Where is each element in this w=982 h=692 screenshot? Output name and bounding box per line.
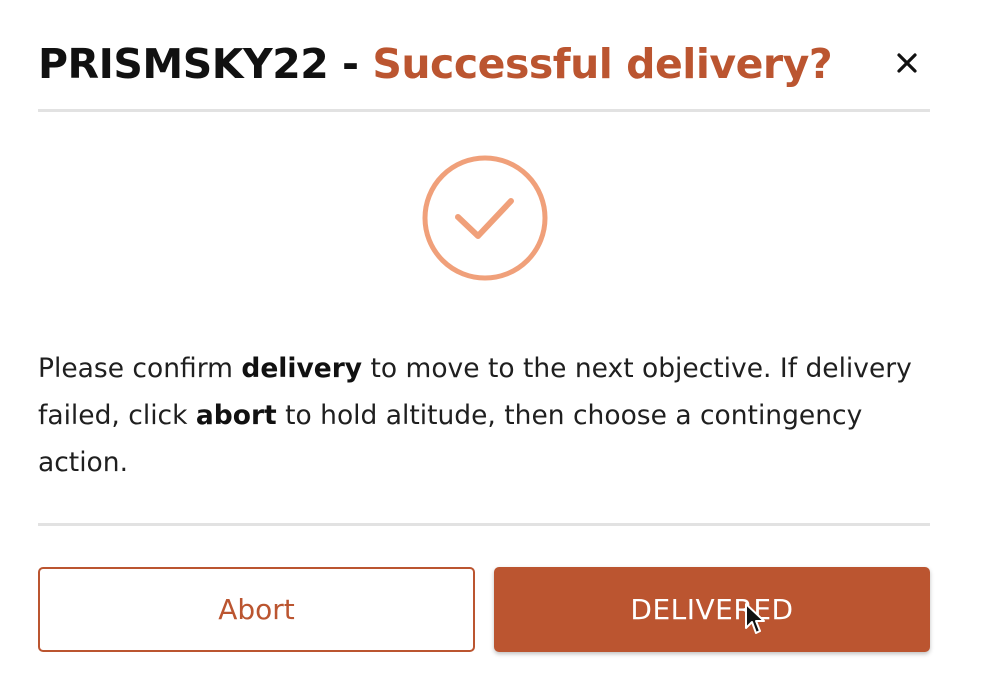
header-divider: [38, 109, 930, 112]
title-separator: -: [328, 39, 373, 88]
close-icon: [897, 53, 917, 73]
message-bold-abort: abort: [195, 400, 277, 431]
title-question: Successful delivery?: [372, 39, 833, 88]
dialog-header: PRISMSKY22 - Successful delivery?: [38, 36, 930, 92]
delivery-confirmation-dialog: PRISMSKY22 - Successful delivery? Please…: [0, 0, 982, 692]
checkmark-circle-icon: [422, 155, 548, 281]
message-text-1: Please confirm: [38, 353, 242, 384]
confirmation-message: Please confirm delivery to move to the n…: [38, 345, 930, 486]
footer-divider: [38, 523, 930, 526]
success-status: [421, 154, 549, 282]
delivered-button[interactable]: DELIVERED: [494, 567, 930, 652]
message-bold-delivery: delivery: [241, 353, 363, 384]
close-button[interactable]: [889, 45, 925, 81]
dialog-title: PRISMSKY22 - Successful delivery?: [38, 43, 833, 85]
abort-button[interactable]: Abort: [38, 567, 475, 652]
mission-code: PRISMSKY22: [38, 39, 329, 88]
